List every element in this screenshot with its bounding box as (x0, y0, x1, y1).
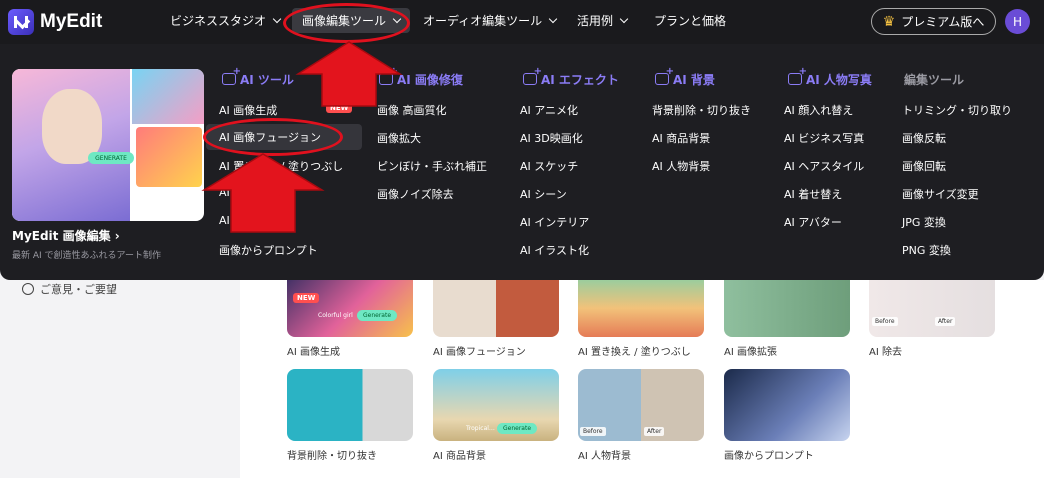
annotation-arrow-up (295, 41, 403, 107)
annotation-arrows (201, 41, 403, 233)
annotation-arrow-up (201, 153, 325, 233)
